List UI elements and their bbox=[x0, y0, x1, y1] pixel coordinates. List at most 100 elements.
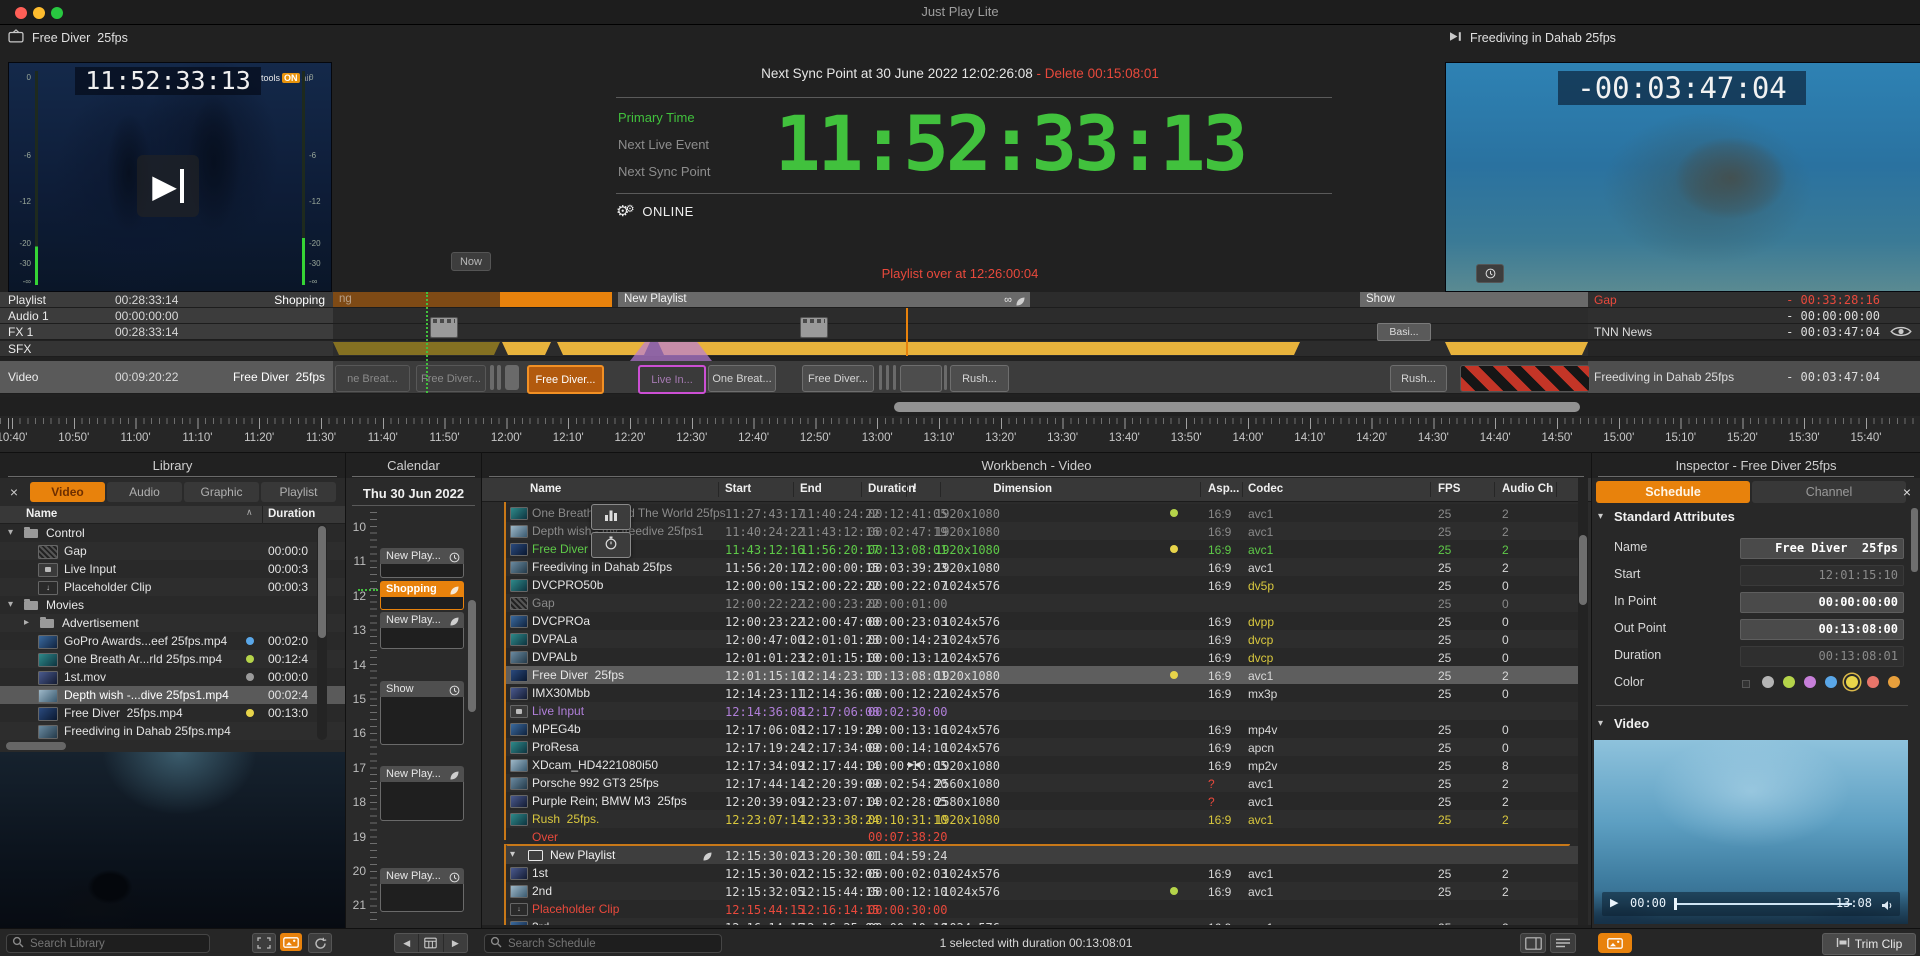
calendar-event[interactable]: Show bbox=[380, 681, 464, 745]
playlist-bar[interactable]: ng bbox=[333, 292, 500, 307]
program-video-player[interactable]: 11:52:33:13 tools ON air ▶ 0-6-12-20-30-… bbox=[8, 62, 332, 292]
video-clip[interactable] bbox=[944, 365, 947, 390]
sfx-audio-bar[interactable] bbox=[557, 342, 650, 355]
color-swatch[interactable] bbox=[1762, 676, 1774, 688]
timeline-clock-button[interactable] bbox=[1476, 264, 1504, 283]
inspector-preview-toggle-button[interactable] bbox=[1598, 933, 1632, 953]
track-header-audio1[interactable]: Audio 100:00:00:00 bbox=[0, 308, 333, 324]
refresh-button[interactable] bbox=[308, 933, 332, 953]
workbench-vscrollbar-thumb[interactable] bbox=[1579, 535, 1587, 605]
field-value-in-point[interactable]: 00:00:00:00 bbox=[1740, 592, 1904, 613]
library-row[interactable]: Gap00:00:0 bbox=[0, 542, 345, 560]
schedule-row[interactable]: DVPALb12:01:01:2312:01:15:1000:00:13:121… bbox=[506, 648, 1578, 666]
workbench-col-codec[interactable]: Codec bbox=[1248, 483, 1283, 495]
preview-video-player[interactable]: -00:03:47:04 bbox=[1445, 62, 1920, 292]
workbench-col-audioch[interactable]: Audio Ch bbox=[1502, 483, 1553, 495]
workbench-col-asp[interactable]: Asp... bbox=[1208, 483, 1239, 495]
video-clip[interactable]: Free Diver... bbox=[527, 365, 604, 394]
sfx-audio-bar[interactable] bbox=[658, 342, 1300, 355]
video-clip[interactable]: ne Breat... bbox=[335, 365, 410, 392]
timer-tool-button[interactable] bbox=[591, 532, 631, 558]
sfx-audio-bar[interactable] bbox=[502, 342, 551, 355]
library-row[interactable]: Live Input00:00:3 bbox=[0, 560, 345, 578]
schedule-row[interactable]: Depth wish - my freedive 25fps111:40:24:… bbox=[506, 522, 1578, 540]
schedule-row[interactable]: DVPALa12:00:47:0012:01:01:2300:00:14:231… bbox=[506, 630, 1578, 648]
schedule-row[interactable]: 2nd12:15:32:0512:15:44:1500:00:12:101024… bbox=[506, 882, 1578, 900]
calendar-event[interactable]: New Play... bbox=[380, 766, 464, 821]
calendar-event[interactable]: New Play... bbox=[380, 868, 464, 912]
schedule-row[interactable]: 3rd12:16:14:1512:16:25:0000:00:10:101024… bbox=[506, 918, 1578, 925]
schedule-row[interactable]: DVCPROa12:00:23:2212:00:47:0000:00:23:03… bbox=[506, 612, 1578, 630]
video-clip[interactable] bbox=[900, 365, 942, 392]
list-view-button[interactable] bbox=[1550, 933, 1576, 953]
library-row[interactable]: 1st.mov00:00:0 bbox=[0, 668, 345, 686]
library-row[interactable]: Freediving in Dahab 25fps.mp4 bbox=[0, 722, 345, 740]
color-swatch[interactable] bbox=[1825, 676, 1837, 688]
video-clip[interactable]: One Breat... bbox=[708, 365, 776, 392]
workbench-col-end[interactable]: End bbox=[800, 483, 822, 495]
tree-chevron-icon[interactable]: ▾ bbox=[8, 527, 13, 538]
volume-icon[interactable] bbox=[1881, 898, 1894, 909]
tree-chevron-icon[interactable]: ▾ bbox=[510, 849, 515, 860]
video-clip[interactable] bbox=[893, 365, 896, 390]
video-section-chevron[interactable]: ▾ bbox=[1598, 718, 1603, 729]
track-header-sfx[interactable]: SFX bbox=[0, 341, 333, 357]
calendar-today-button[interactable] bbox=[418, 934, 443, 952]
library-row[interactable]: One Breath Ar...rld 25fps.mp400:12:4 bbox=[0, 650, 345, 668]
library-hscrollbar-thumb[interactable] bbox=[6, 742, 66, 750]
search-library-input[interactable] bbox=[6, 934, 210, 953]
playlist-bar[interactable]: Show bbox=[1360, 292, 1588, 307]
playlist-group-row[interactable]: ▾New Playlist12:15:30:0213:20:30:0101:04… bbox=[506, 846, 1578, 864]
schedule-row[interactable]: Gap12:00:22:2212:00:23:2200:00:01:00250 bbox=[506, 594, 1578, 612]
color-swatch[interactable] bbox=[1867, 676, 1879, 688]
video-clip[interactable] bbox=[886, 365, 889, 390]
tree-chevron-icon[interactable]: ▾ bbox=[8, 599, 13, 610]
library-col-duration[interactable]: Duration bbox=[268, 508, 315, 520]
video-clip[interactable] bbox=[879, 365, 882, 390]
schedule-row[interactable]: MPEG4b12:17:06:0812:17:19:2400:00:13:161… bbox=[506, 720, 1578, 738]
color-swatch[interactable] bbox=[1888, 676, 1900, 688]
over-row[interactable]: Over00:07:38:20 bbox=[506, 828, 1578, 846]
trim-clip-button[interactable]: Trim Clip bbox=[1822, 933, 1916, 955]
library-row[interactable]: Free Diver 25fps.mp400:13:0 bbox=[0, 704, 345, 722]
color-swatch[interactable] bbox=[1804, 676, 1816, 688]
library-row[interactable]: GoPro Awards...eef 25fps.mp400:02:0 bbox=[0, 632, 345, 650]
schedule-row[interactable]: Porsche 992 GT3 25fps12:17:44:1412:20:39… bbox=[506, 774, 1578, 792]
library-row[interactable]: ▾Control bbox=[0, 524, 345, 542]
inspector-tab-schedule[interactable]: Schedule bbox=[1596, 481, 1750, 503]
now-button[interactable]: Now bbox=[451, 252, 491, 271]
inspector-tab-channel[interactable]: Channel bbox=[1752, 481, 1906, 503]
schedule-row[interactable]: ↓Placeholder Clip12:15:44:1512:16:14:150… bbox=[506, 900, 1578, 918]
schedule-row[interactable]: XDcam_HD4221080i5012:17:34:0912:17:44:14… bbox=[506, 756, 1578, 774]
calendar-prev-button[interactable]: ◀ bbox=[395, 934, 418, 952]
seek-handle[interactable] bbox=[1674, 898, 1677, 910]
schedule-row[interactable]: One Breath Around The World 25fps11:27:4… bbox=[506, 504, 1578, 522]
track-header-fx1[interactable]: FX 100:28:33:14 bbox=[0, 324, 333, 340]
library-row[interactable]: ▸Advertisement bbox=[0, 614, 345, 632]
workbench-col-[interactable]: ! bbox=[913, 483, 917, 495]
workbench-col-start[interactable]: Start bbox=[725, 483, 751, 495]
video-clip[interactable]: Live In... bbox=[638, 365, 706, 394]
preview-toggle-button[interactable] bbox=[280, 933, 302, 951]
playlist-bar[interactable]: New Playlist∞ bbox=[618, 292, 1030, 307]
track-header-playlist[interactable]: Playlist00:28:33:14Shopping bbox=[0, 292, 333, 308]
library-tab-playlist[interactable]: Playlist bbox=[261, 482, 336, 502]
library-close-button[interactable]: × bbox=[4, 482, 24, 502]
schedule-row[interactable]: Free Diver 25fps12:01:15:1012:14:23:1100… bbox=[506, 666, 1578, 684]
library-row[interactable]: ▾Movies bbox=[0, 596, 345, 614]
library-row[interactable]: ↓Placeholder Clip00:00:3 bbox=[0, 578, 345, 596]
sfx-audio-bar[interactable] bbox=[333, 342, 500, 355]
calendar-event[interactable]: Shopping bbox=[380, 581, 464, 610]
video-clip[interactable]: Rush... bbox=[950, 365, 1009, 392]
calendar-vscrollbar-thumb[interactable] bbox=[468, 600, 476, 712]
schedule-row[interactable]: Live Input12:14:36:0812:17:06:0800:02:30… bbox=[506, 702, 1578, 720]
library-row[interactable]: Depth wish -...dive 25fps1.mp400:02:4 bbox=[0, 686, 345, 704]
video-clip[interactable]: Rush... bbox=[1390, 365, 1447, 392]
field-value-name[interactable]: Free Diver 25fps bbox=[1740, 538, 1904, 559]
play-button[interactable]: ▶ bbox=[137, 155, 199, 217]
fx-clip[interactable]: Basi... bbox=[1377, 323, 1431, 341]
field-value-out-point[interactable]: 00:13:08:00 bbox=[1740, 619, 1904, 640]
color-swatch[interactable] bbox=[1846, 676, 1858, 688]
chart-tool-button[interactable] bbox=[591, 504, 631, 530]
split-view-button[interactable] bbox=[1520, 933, 1546, 953]
